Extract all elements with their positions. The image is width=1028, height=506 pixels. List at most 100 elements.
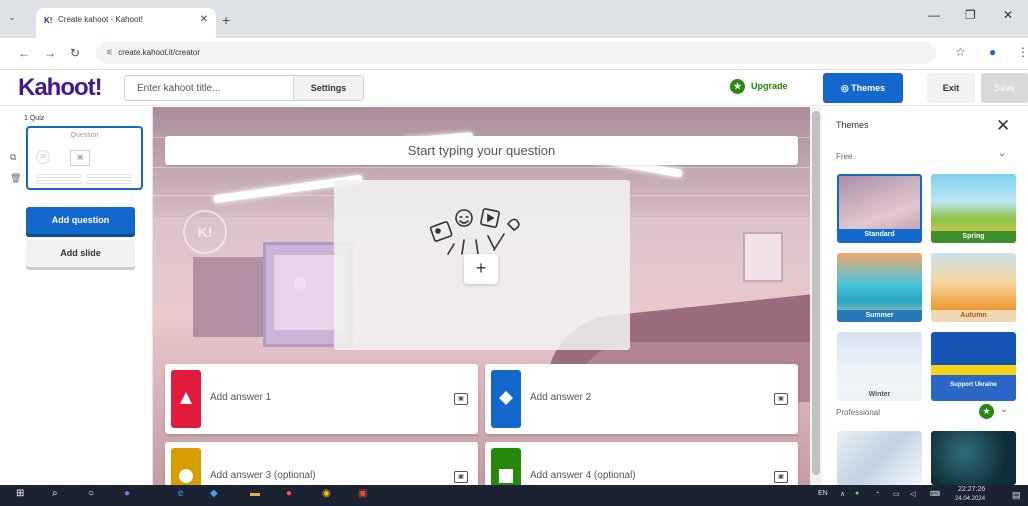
answer-color-tile bbox=[171, 370, 201, 428]
theme-summer[interactable]: Summer bbox=[837, 253, 922, 322]
duplicate-icon[interactable]: ⧉ bbox=[10, 152, 16, 163]
question-canvas: K! Start typing your question + Add answ… bbox=[153, 107, 810, 485]
save-button[interactable]: Save bbox=[981, 73, 1028, 103]
themes-panel: Themes ✕ Free ⌄ Standard Spring Summer A… bbox=[822, 107, 1028, 485]
slide-number: 1 bbox=[24, 115, 28, 122]
upgrade-star-icon: ★ bbox=[979, 404, 994, 419]
theme-autumn[interactable]: Autumn bbox=[931, 253, 1016, 322]
chrome-icon[interactable]: ◉ bbox=[322, 488, 331, 499]
wifi-icon[interactable]: ◔ bbox=[875, 490, 879, 497]
minimize-icon[interactable]: — bbox=[928, 8, 940, 22]
reload-icon[interactable]: ↻ bbox=[70, 46, 80, 60]
diamond-icon bbox=[499, 391, 513, 405]
answer-option-2[interactable]: Add answer 2 ▣ bbox=[485, 364, 798, 434]
browser-menu-icon[interactable]: ⋮ bbox=[1017, 45, 1028, 59]
chevron-down-icon[interactable]: ⌄ bbox=[998, 148, 1006, 159]
tab-close-icon[interactable]: ✕ bbox=[200, 14, 208, 25]
clock-date[interactable]: 24.04.2024 bbox=[955, 496, 985, 502]
answer-line bbox=[86, 174, 132, 178]
add-slide-button[interactable]: Add slide bbox=[26, 240, 135, 267]
clock-time[interactable]: 22:27:26 bbox=[958, 486, 985, 493]
forward-icon[interactable]: → bbox=[44, 46, 56, 60]
edge-icon[interactable]: e bbox=[178, 488, 184, 499]
slide-label: 1 Quiz bbox=[24, 115, 44, 122]
answer-image-icon[interactable]: ▣ bbox=[454, 471, 468, 483]
title-field: Settings bbox=[124, 75, 364, 101]
theme-professional-1[interactable] bbox=[837, 431, 922, 485]
answer-2-input[interactable]: Add answer 2 bbox=[530, 392, 591, 403]
theme-spring[interactable]: Spring bbox=[931, 174, 1016, 243]
volume-icon[interactable]: ◁ bbox=[910, 490, 915, 498]
new-tab-icon[interactable]: + bbox=[222, 12, 230, 28]
answer-line bbox=[86, 180, 132, 184]
yandex-icon[interactable]: ● bbox=[286, 488, 292, 499]
restore-icon[interactable]: ❐ bbox=[965, 8, 976, 22]
answer-image-icon[interactable]: ▣ bbox=[454, 393, 468, 405]
back-icon[interactable]: ← bbox=[18, 46, 30, 60]
kahoot-favicon: K! bbox=[44, 16, 53, 25]
canvas-scrollbar[interactable] bbox=[810, 107, 822, 485]
answer-3-input[interactable]: Add answer 3 (optional) bbox=[210, 470, 316, 481]
url-field[interactable]: ⚟ create.kahoot.it/creator bbox=[96, 42, 936, 64]
windows-start-icon[interactable]: ⊞ bbox=[16, 488, 24, 499]
answer-color-tile bbox=[491, 370, 521, 428]
browser-tab[interactable]: K! Create kahoot - Kahoot! ✕ bbox=[36, 8, 216, 38]
themes-panel-title: Themes bbox=[836, 120, 869, 130]
answer-4-input[interactable]: Add answer 4 (optional) bbox=[530, 470, 636, 481]
answer-image-icon[interactable]: ▣ bbox=[774, 471, 788, 483]
profile-icon[interactable]: ● bbox=[989, 45, 996, 59]
theme-support-ukraine[interactable]: Support Ukraine bbox=[931, 332, 1016, 401]
chevron-down-icon[interactable]: ⌄ bbox=[1000, 404, 1008, 415]
professional-section-label: Professional bbox=[836, 408, 881, 417]
themes-button[interactable]: ◎ Themes bbox=[823, 73, 903, 103]
site-info-icon[interactable]: ⚟ bbox=[106, 48, 113, 57]
editor-header: Kahoot! Settings ★Upgrade ◎ Themes Exit … bbox=[0, 70, 1028, 106]
kahoot-logo[interactable]: Kahoot! bbox=[18, 74, 103, 102]
tab-search-icon[interactable]: ⌄ bbox=[8, 12, 16, 23]
battery-icon[interactable]: ▭ bbox=[893, 490, 900, 498]
add-question-button[interactable]: Add question bbox=[26, 207, 135, 234]
answer-line bbox=[36, 174, 82, 178]
slide-question-placeholder: Question bbox=[70, 132, 99, 139]
language-indicator[interactable]: EN bbox=[818, 490, 828, 497]
answer-image-icon[interactable]: ▣ bbox=[774, 393, 788, 405]
theme-name: Support Ukraine bbox=[950, 382, 997, 388]
question-input[interactable]: Start typing your question bbox=[165, 136, 798, 165]
close-window-icon[interactable]: ✕ bbox=[1003, 8, 1013, 22]
theme-name: Standard bbox=[839, 229, 920, 241]
file-explorer-icon[interactable]: ▬ bbox=[250, 488, 260, 499]
close-icon[interactable]: ✕ bbox=[996, 116, 1010, 136]
upgrade-button[interactable]: ★ Upgrade bbox=[730, 79, 788, 94]
exit-button[interactable]: Exit bbox=[927, 73, 975, 103]
settings-button[interactable]: Settings bbox=[293, 76, 363, 100]
media-upload-area[interactable]: + bbox=[334, 180, 630, 350]
slide-sidebar: 1 Quiz ⧉ 🗑 Question 20 ▣ Add question Ad… bbox=[0, 107, 153, 485]
powerpoint-icon[interactable]: ▣ bbox=[358, 488, 367, 499]
answer-color-tile bbox=[171, 448, 201, 485]
slide-thumbnail[interactable]: Question 20 ▣ bbox=[26, 126, 143, 190]
background-window bbox=[743, 232, 783, 282]
add-media-button[interactable]: + bbox=[464, 254, 498, 284]
timer-icon: 20 bbox=[36, 150, 50, 164]
kahoot-title-input[interactable] bbox=[125, 76, 295, 100]
bookmark-star-icon[interactable]: ☆ bbox=[955, 45, 966, 59]
answer-option-1[interactable]: Add answer 1 ▣ bbox=[165, 364, 478, 434]
tray-expand-icon[interactable]: ∧ bbox=[840, 490, 845, 498]
theme-standard[interactable]: Standard bbox=[837, 174, 922, 243]
notifications-icon[interactable]: ▤ bbox=[1012, 490, 1021, 501]
trash-icon[interactable]: 🗑 bbox=[10, 173, 21, 184]
app-icon[interactable]: ● bbox=[124, 488, 130, 499]
app-icon[interactable]: ◆ bbox=[210, 488, 218, 499]
background-wall bbox=[193, 257, 263, 337]
answer-option-3[interactable]: Add answer 3 (optional) ▣ bbox=[165, 442, 478, 485]
theme-professional-2[interactable] bbox=[931, 431, 1016, 485]
theme-winter[interactable]: Winter bbox=[837, 332, 922, 401]
answer-option-4[interactable]: Add answer 4 (optional) ▣ bbox=[485, 442, 798, 485]
search-icon[interactable]: ⌕ bbox=[52, 488, 58, 499]
task-view-icon[interactable]: ○ bbox=[88, 488, 94, 499]
answer-1-input[interactable]: Add answer 1 bbox=[210, 392, 271, 403]
tray-app-icon[interactable]: ● bbox=[855, 490, 859, 497]
tab-title: Create kahoot - Kahoot! bbox=[58, 15, 143, 24]
keyboard-icon[interactable]: ⌨ bbox=[930, 490, 940, 498]
upgrade-star-icon: ★ bbox=[730, 79, 745, 94]
